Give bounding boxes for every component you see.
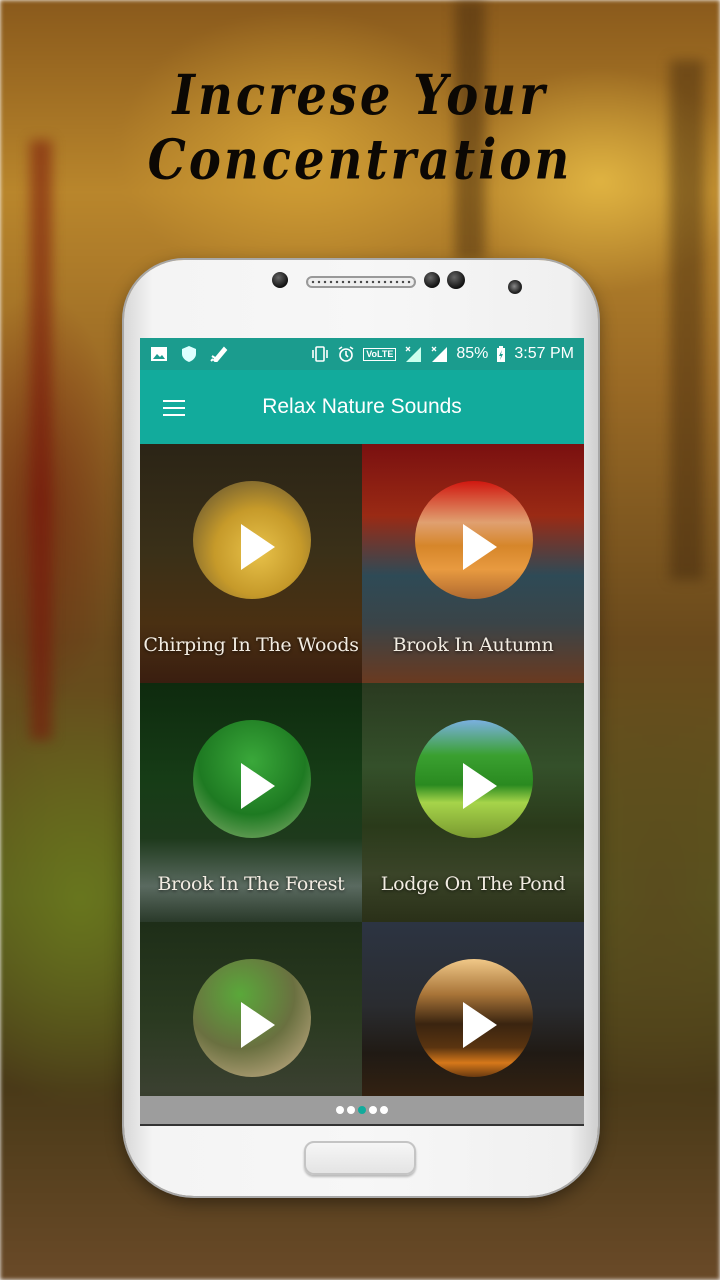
sound-tile[interactable]: Lodge On The Pond [362, 683, 584, 922]
shield-icon [182, 346, 196, 362]
app-title: Relax Nature Sounds [262, 395, 462, 418]
sound-tile[interactable]: Brook In Autumn [362, 444, 584, 683]
sound-tile[interactable]: Brook In The Forest [140, 683, 362, 922]
sound-tile[interactable]: Chirping In The Woods [140, 444, 362, 683]
play-icon[interactable] [241, 524, 275, 570]
page-dot-active[interactable] [358, 1106, 366, 1114]
sound-label: Lodge On The Pond [380, 873, 566, 895]
app-bar: Relax Nature Sounds [140, 370, 584, 444]
page-dot[interactable] [336, 1106, 344, 1114]
rocket-icon [210, 346, 228, 362]
front-sensor [424, 272, 440, 288]
earpiece-speaker [306, 276, 416, 288]
battery-charging-icon [497, 346, 506, 362]
page-indicator [140, 1096, 584, 1126]
play-icon[interactable] [463, 763, 497, 809]
status-bar: VoLTE 85% 3:57 PM [140, 338, 584, 370]
battery-percent: 85% [456, 345, 489, 362]
alarm-icon [338, 346, 354, 362]
background-red-pole [30, 140, 52, 740]
page-dot[interactable] [347, 1106, 355, 1114]
play-icon[interactable] [463, 1002, 497, 1048]
sound-grid: Chirping In The Woods Brook In Autumn Br… [140, 444, 584, 1126]
phone-screen: VoLTE 85% 3:57 PM Relax Nature Sounds Ch… [140, 338, 584, 1126]
play-icon[interactable] [463, 524, 497, 570]
page-dot[interactable] [369, 1106, 377, 1114]
play-icon[interactable] [241, 763, 275, 809]
sound-label: Chirping In The Woods [143, 634, 359, 656]
signal-x-icon [405, 346, 422, 362]
home-button[interactable] [304, 1141, 416, 1175]
volte-icon: VoLTE [363, 347, 397, 361]
phone-frame: VoLTE 85% 3:57 PM Relax Nature Sounds Ch… [124, 260, 598, 1196]
sound-label: Brook In The Forest [157, 873, 345, 895]
vibrate-icon [312, 346, 329, 362]
play-icon[interactable] [241, 1002, 275, 1048]
signal-x-icon [431, 346, 448, 362]
page-dot[interactable] [380, 1106, 388, 1114]
image-notification-icon [151, 347, 167, 361]
front-camera [447, 271, 465, 289]
sound-label: Brook In Autumn [392, 634, 554, 656]
clock: 3:57 PM [514, 345, 574, 362]
front-camera-lens [508, 280, 522, 294]
promo-headline: Increse Your Concentration [147, 63, 573, 193]
proximity-sensor [272, 272, 288, 288]
